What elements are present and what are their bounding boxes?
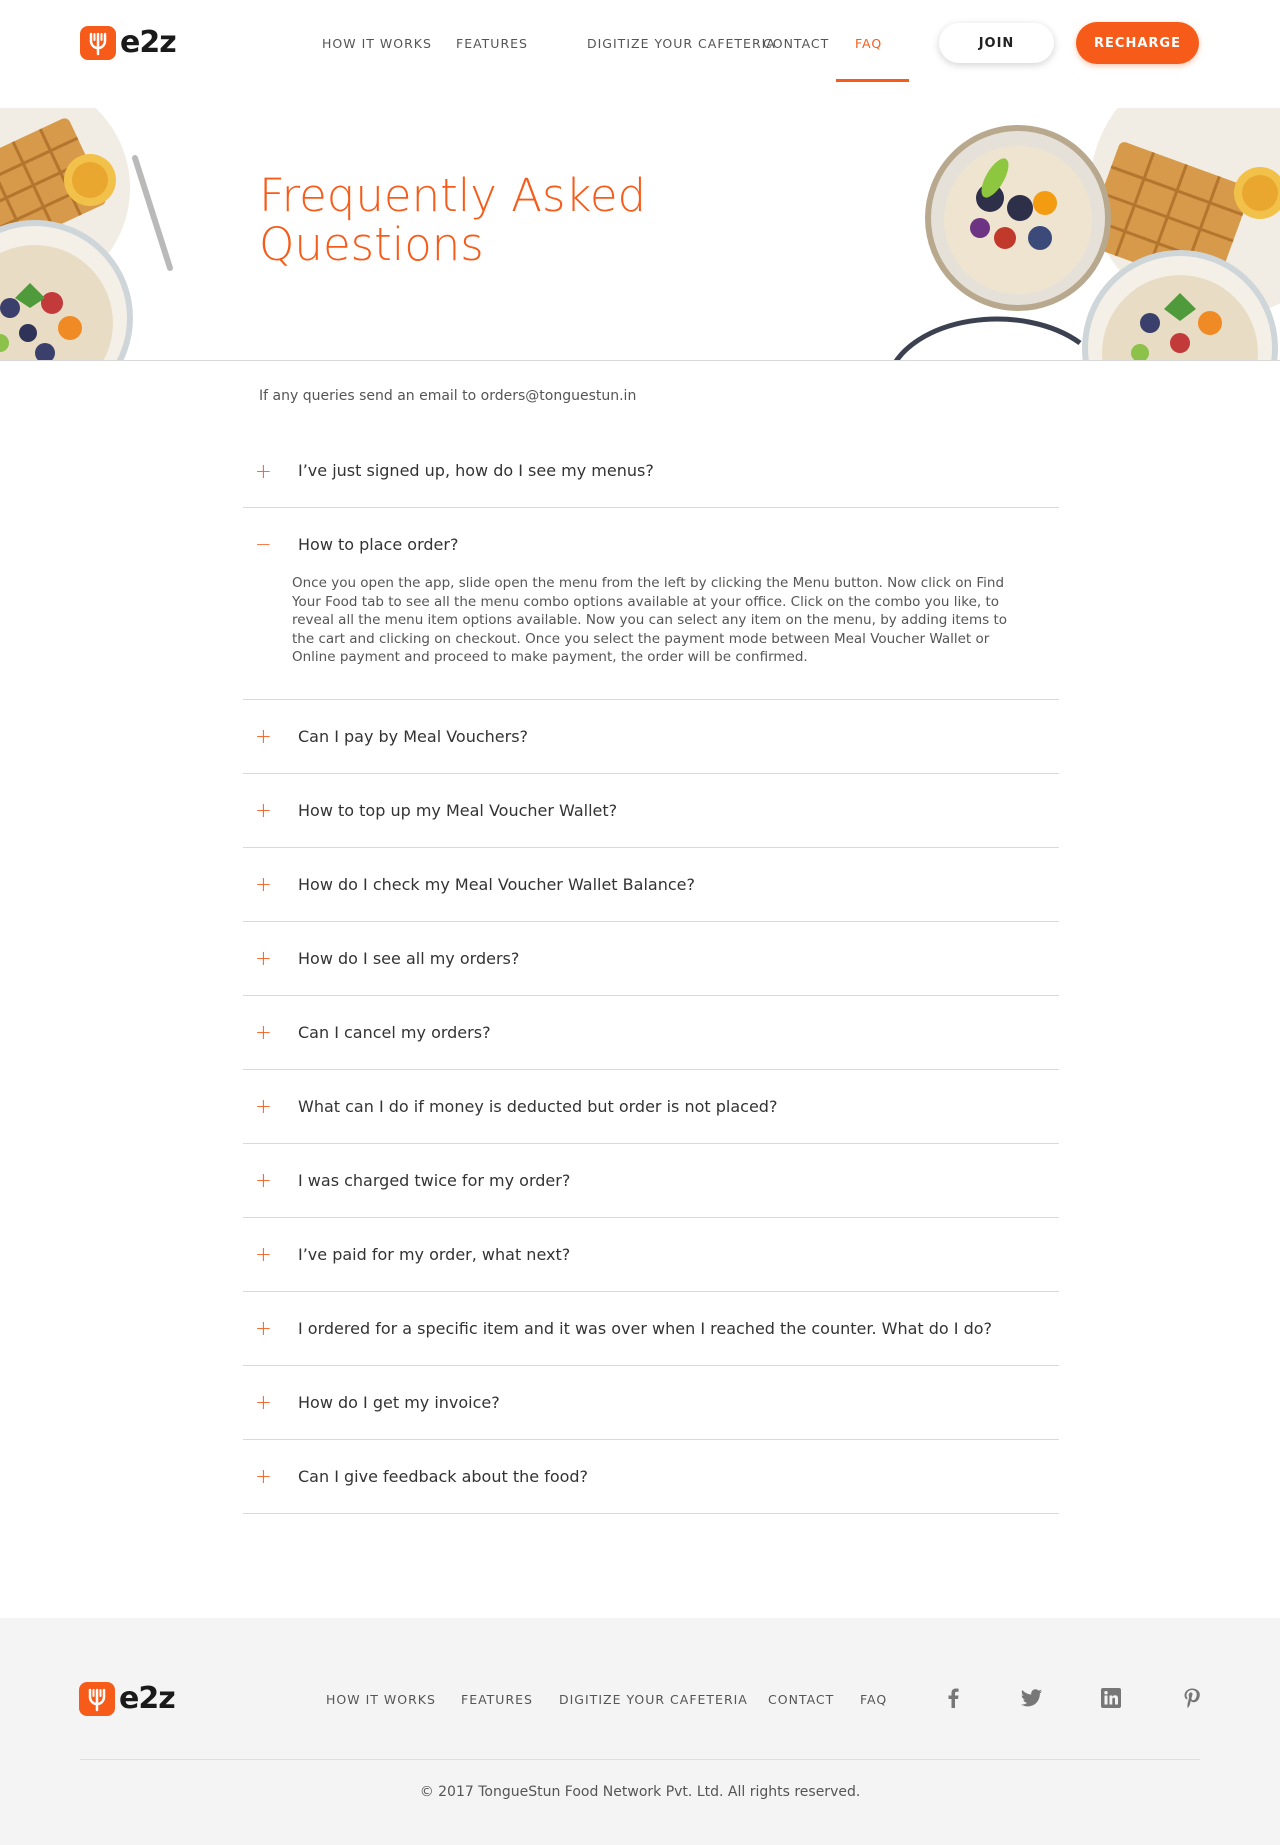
faq-item[interactable]: + Can I pay by Meal Vouchers?	[243, 700, 1059, 774]
faq-item[interactable]: + I ordered for a specific item and it w…	[243, 1292, 1059, 1366]
expand-plus-icon[interactable]: +	[255, 800, 279, 820]
faq-question-row[interactable]: + Can I pay by Meal Vouchers?	[243, 700, 1059, 773]
faq-question[interactable]: Can I give feedback about the food?	[298, 1467, 588, 1486]
faq-question[interactable]: I ordered for a specific item and it was…	[298, 1319, 992, 1338]
logo-text: e2z	[120, 25, 177, 60]
faq-item[interactable]: + What can I do if money is deducted but…	[243, 1070, 1059, 1144]
faq-question[interactable]: I’ve paid for my order, what next?	[298, 1245, 570, 1264]
faq-question-row[interactable]: − How to place order?	[243, 508, 1059, 570]
linkedin-icon[interactable]	[1099, 1686, 1123, 1710]
footer-nav-how-it-works[interactable]: HOW IT WORKS	[326, 1692, 436, 1707]
faq-item[interactable]: + I’ve just signed up, how do I see my m…	[243, 434, 1059, 508]
expand-plus-icon[interactable]: +	[255, 1244, 279, 1264]
nav-contact[interactable]: CONTACT	[763, 36, 829, 51]
faq-item[interactable]: + How do I get my invoice?	[243, 1366, 1059, 1440]
nav-digitize[interactable]: DIGITIZE YOUR CAFETERIA	[587, 36, 776, 51]
footer-divider	[80, 1759, 1200, 1760]
hero-banner: Frequently Asked Questions	[0, 108, 1280, 361]
collapse-minus-icon[interactable]: −	[255, 534, 279, 554]
faq-question[interactable]: I’ve just signed up, how do I see my men…	[298, 461, 654, 480]
faq-question-row[interactable]: + I was charged twice for my order?	[243, 1144, 1059, 1217]
faq-item[interactable]: + Can I give feedback about the food?	[243, 1440, 1059, 1514]
expand-plus-icon[interactable]: +	[255, 1170, 279, 1190]
faq-question[interactable]: I was charged twice for my order?	[298, 1171, 570, 1190]
recharge-button[interactable]: RECHARGE	[1076, 22, 1199, 64]
faq-question-row[interactable]: + Can I give feedback about the food?	[243, 1440, 1059, 1513]
faq-item[interactable]: + I’ve paid for my order, what next?	[243, 1218, 1059, 1292]
faq-item[interactable]: + How do I check my Meal Voucher Wallet …	[243, 848, 1059, 922]
faq-question-row[interactable]: + How to top up my Meal Voucher Wallet?	[243, 774, 1059, 847]
expand-plus-icon[interactable]: +	[255, 1318, 279, 1338]
pinterest-icon[interactable]	[1180, 1686, 1204, 1710]
facebook-icon[interactable]	[941, 1686, 965, 1710]
expand-plus-icon[interactable]: +	[255, 948, 279, 968]
logo[interactable]: e2z	[80, 25, 177, 60]
faq-question-row[interactable]: + I’ve just signed up, how do I see my m…	[243, 434, 1059, 507]
expand-plus-icon[interactable]: +	[255, 1466, 279, 1486]
faq-question-row[interactable]: + How do I see all my orders?	[243, 922, 1059, 995]
faq-question[interactable]: How do I check my Meal Voucher Wallet Ba…	[298, 875, 695, 894]
expand-plus-icon[interactable]: +	[255, 1022, 279, 1042]
expand-plus-icon[interactable]: +	[255, 726, 279, 746]
faq-question[interactable]: How to top up my Meal Voucher Wallet?	[298, 801, 617, 820]
faq-question[interactable]: Can I pay by Meal Vouchers?	[298, 727, 528, 746]
faq-question-row[interactable]: + How do I get my invoice?	[243, 1366, 1059, 1439]
footer-logo[interactable]: e2z	[79, 1681, 176, 1716]
faq-question-row[interactable]: + Can I cancel my orders?	[243, 996, 1059, 1069]
faq-question[interactable]: How do I get my invoice?	[298, 1393, 500, 1412]
active-nav-indicator	[836, 79, 909, 82]
faq-item[interactable]: + Can I cancel my orders?	[243, 996, 1059, 1070]
footer-nav-features[interactable]: FEATURES	[461, 1692, 533, 1707]
food-bowls-left-image	[0, 108, 173, 360]
logo-text: e2z	[119, 1681, 176, 1716]
faq-item[interactable]: + How do I see all my orders?	[243, 922, 1059, 996]
faq-item-expanded[interactable]: − How to place order? Once you open the …	[243, 508, 1059, 700]
nav-features[interactable]: FEATURES	[456, 36, 528, 51]
faq-item[interactable]: + I was charged twice for my order?	[243, 1144, 1059, 1218]
faq-accordion: + I’ve just signed up, how do I see my m…	[243, 434, 1059, 1514]
faq-question[interactable]: How to place order?	[298, 535, 458, 554]
footer-nav-digitize[interactable]: DIGITIZE YOUR CAFETERIA	[559, 1692, 748, 1707]
faq-question-row[interactable]: + What can I do if money is deducted but…	[243, 1070, 1059, 1143]
faq-item[interactable]: + How to top up my Meal Voucher Wallet?	[243, 774, 1059, 848]
expand-plus-icon[interactable]: +	[255, 874, 279, 894]
footer-nav-contact[interactable]: CONTACT	[768, 1692, 834, 1707]
contact-email-note: If any queries send an email to orders@t…	[259, 388, 637, 404]
faq-answer: Once you open the app, slide open the me…	[292, 575, 1008, 665]
site-footer	[0, 1618, 1280, 1845]
faq-question[interactable]: How do I see all my orders?	[298, 949, 519, 968]
join-button[interactable]: JOIN	[939, 23, 1054, 63]
twitter-icon[interactable]	[1020, 1686, 1044, 1710]
nav-faq[interactable]: FAQ	[855, 36, 882, 51]
food-bowls-right-image	[880, 108, 1280, 360]
logo-fork-icon	[80, 25, 116, 60]
faq-question-row[interactable]: + I’ve paid for my order, what next?	[243, 1218, 1059, 1291]
footer-nav-faq[interactable]: FAQ	[860, 1692, 887, 1707]
site-header: e2z HOW IT WORKS FEATURES DIGITIZE YOUR …	[0, 0, 1280, 86]
faq-question-row[interactable]: + How do I check my Meal Voucher Wallet …	[243, 848, 1059, 921]
expand-plus-icon[interactable]: +	[255, 461, 279, 481]
faq-question[interactable]: What can I do if money is deducted but o…	[298, 1097, 777, 1116]
faq-question[interactable]: Can I cancel my orders?	[298, 1023, 491, 1042]
logo-fork-icon	[79, 1681, 115, 1716]
expand-plus-icon[interactable]: +	[255, 1096, 279, 1116]
faq-question-row[interactable]: + I ordered for a specific item and it w…	[243, 1292, 1059, 1365]
copyright: © 2017 TongueStun Food Network Pvt. Ltd.…	[419, 1784, 861, 1800]
nav-how-it-works[interactable]: HOW IT WORKS	[322, 36, 432, 51]
expand-plus-icon[interactable]: +	[255, 1392, 279, 1412]
page-title: Frequently Asked Questions	[259, 169, 647, 271]
